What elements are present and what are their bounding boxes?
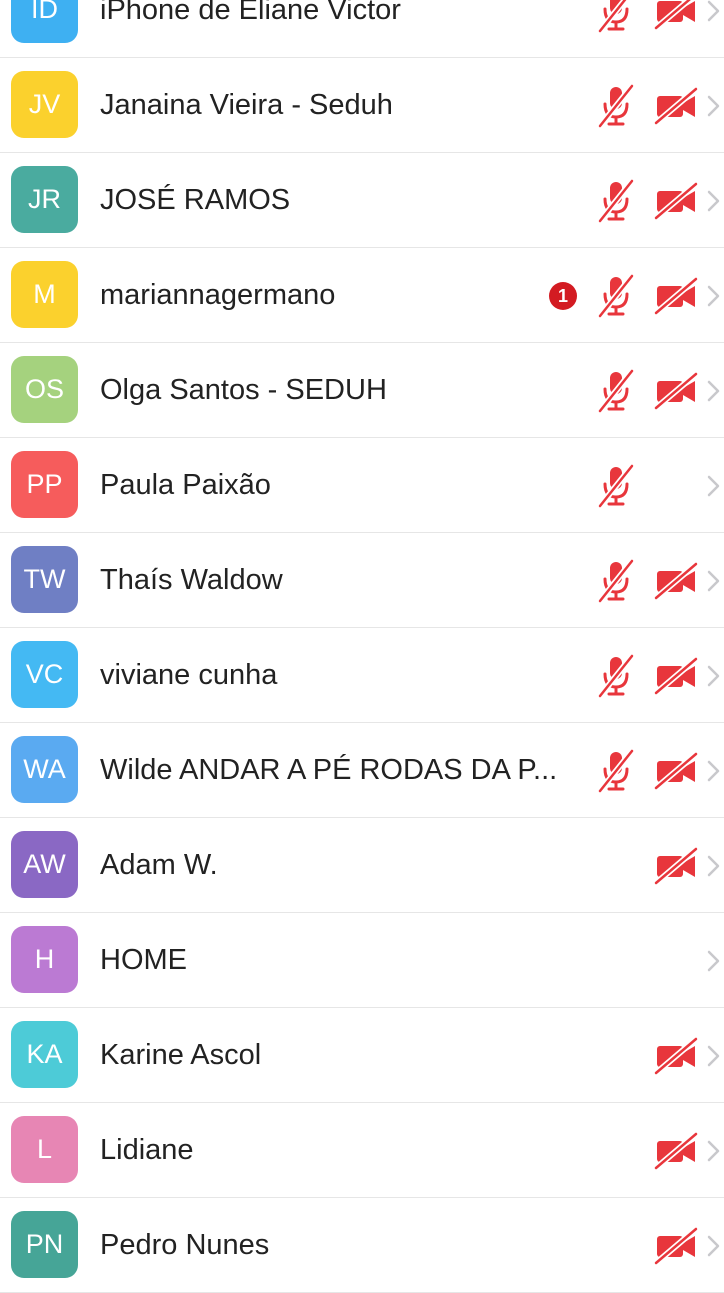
- participant-list: ID iPhone de Eliane Victor JV Janaina Viei…: [0, 0, 724, 1293]
- mic-muted-icon: [596, 559, 636, 603]
- participant-row[interactable]: AW Adam W.: [0, 818, 724, 913]
- participant-row[interactable]: OS Olga Santos - SEDUH: [0, 343, 724, 438]
- participant-row[interactable]: L Lidiane: [0, 1103, 724, 1198]
- avatar: JR: [11, 166, 78, 233]
- mic-muted-icon: [596, 369, 636, 413]
- avatar: WA: [11, 736, 78, 803]
- avatar: JV: [11, 71, 78, 138]
- participant-row[interactable]: Mmariannagermano 1: [0, 248, 724, 343]
- participant-row[interactable]: PN Pedro Nunes: [0, 1198, 724, 1293]
- video-off-icon: [654, 372, 698, 410]
- avatar: ID: [11, 0, 78, 43]
- participant-name: Paula Paixão: [100, 469, 271, 501]
- chevron-right-icon[interactable]: [706, 0, 721, 23]
- avatar: VC: [11, 641, 78, 708]
- mic-muted-icon: [596, 0, 636, 33]
- mic-muted-icon: [596, 464, 636, 508]
- unread-badge: 1: [549, 282, 577, 310]
- participant-name: Lidiane: [100, 1134, 194, 1166]
- chevron-right-icon[interactable]: [706, 759, 721, 783]
- video-off-icon: [654, 1037, 698, 1075]
- participant-name: Wilde ANDAR A PÉ RODAS DA P...: [100, 754, 558, 786]
- participant-row[interactable]: JR JOSÉ RAMOS: [0, 153, 724, 248]
- video-off-icon: [654, 277, 698, 315]
- mic-muted-icon: [596, 274, 636, 318]
- participant-row[interactable]: H HOME: [0, 913, 724, 1008]
- avatar: PN: [11, 1211, 78, 1278]
- participant-name: Thaís Waldow: [100, 564, 283, 596]
- participant-name: iPhone de Eliane Victor: [100, 0, 401, 26]
- chevron-right-icon[interactable]: [706, 1139, 721, 1163]
- video-off-icon: [654, 1227, 698, 1265]
- chevron-right-icon[interactable]: [706, 949, 721, 973]
- video-off-icon: [654, 87, 698, 125]
- video-off-icon: [654, 752, 698, 790]
- chevron-right-icon[interactable]: [706, 94, 721, 118]
- mic-muted-icon: [596, 749, 636, 793]
- video-off-icon: [654, 657, 698, 695]
- chevron-right-icon[interactable]: [706, 854, 721, 878]
- avatar: L: [11, 1116, 78, 1183]
- participant-row[interactable]: KA Karine Ascol: [0, 1008, 724, 1103]
- participant-row[interactable]: WA Wilde ANDAR A PÉ RODAS DA P...: [0, 723, 724, 818]
- mic-muted-icon: [596, 84, 636, 128]
- chevron-right-icon[interactable]: [706, 379, 721, 403]
- participant-row[interactable]: JV Janaina Vieira - Seduh: [0, 58, 724, 153]
- avatar: PP: [11, 451, 78, 518]
- video-off-icon: [654, 182, 698, 220]
- mic-muted-icon: [596, 179, 636, 223]
- chevron-right-icon[interactable]: [706, 1234, 721, 1258]
- participant-name: HOME: [100, 944, 187, 976]
- participant-row[interactable]: ID iPhone de Eliane Victor: [0, 0, 724, 58]
- avatar: M: [11, 261, 78, 328]
- avatar: AW: [11, 831, 78, 898]
- participant-name: Olga Santos - SEDUH: [100, 374, 387, 406]
- video-off-icon: [654, 0, 698, 30]
- avatar: H: [11, 926, 78, 993]
- chevron-right-icon[interactable]: [706, 664, 721, 688]
- chevron-right-icon[interactable]: [706, 189, 721, 213]
- avatar: KA: [11, 1021, 78, 1088]
- participant-name: Janaina Vieira - Seduh: [100, 89, 393, 121]
- participant-name: JOSÉ RAMOS: [100, 184, 291, 216]
- avatar: TW: [11, 546, 78, 613]
- participant-name: viviane cunha: [100, 659, 278, 691]
- participant-row[interactable]: PP Paula Paixão: [0, 438, 724, 533]
- chevron-right-icon[interactable]: [706, 284, 721, 308]
- avatar: OS: [11, 356, 78, 423]
- participant-name: Karine Ascol: [100, 1039, 262, 1071]
- video-off-icon: [654, 847, 698, 885]
- chevron-right-icon[interactable]: [706, 569, 721, 593]
- mic-muted-icon: [596, 654, 636, 698]
- participant-name: Pedro Nunes: [100, 1229, 270, 1261]
- participant-name: mariannagermano: [100, 279, 336, 311]
- chevron-right-icon[interactable]: [706, 474, 721, 498]
- participant-row[interactable]: TW Thaís Waldow: [0, 533, 724, 628]
- participant-row[interactable]: VC viviane cunha: [0, 628, 724, 723]
- video-off-icon: [654, 562, 698, 600]
- chevron-right-icon[interactable]: [706, 1044, 721, 1068]
- participant-name: Adam W.: [100, 849, 218, 881]
- video-off-icon: [654, 1132, 698, 1170]
